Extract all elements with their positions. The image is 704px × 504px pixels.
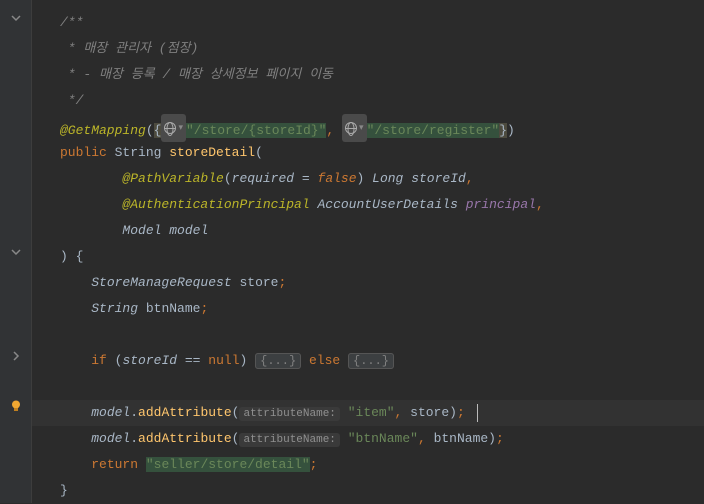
blank-line — [32, 322, 704, 348]
code-line[interactable]: return "seller/store/detail"; — [32, 452, 704, 478]
bulb-icon[interactable] — [8, 398, 24, 414]
code-line[interactable]: if (storeId == null) {...} else {...} — [32, 348, 704, 374]
globe-icon — [164, 122, 176, 134]
type: StoreManageRequest — [91, 275, 231, 290]
keyword: if — [91, 353, 107, 368]
annotation: @GetMapping — [60, 123, 146, 138]
code-area[interactable]: /** * 매장 관리자 (점장) * - 매장 등록 / 매장 상세정보 페이… — [32, 0, 704, 503]
method-name: storeDetail — [169, 145, 255, 160]
inline-hint: attributeName: — [239, 407, 339, 421]
keyword: false — [318, 171, 357, 186]
code-editor[interactable]: /** * 매장 관리자 (점장) * - 매장 등록 / 매장 상세정보 페이… — [0, 0, 704, 503]
keyword: return — [91, 457, 138, 472]
blank-line — [32, 374, 704, 400]
var: model — [91, 405, 130, 420]
chevron-down-icon: ▾ — [359, 115, 364, 141]
comment: */ — [60, 93, 83, 108]
param: storeId — [411, 171, 466, 186]
string: "/store/{storeId}" — [186, 123, 326, 138]
code-line[interactable]: @GetMapping({▾"/store/{storeId}", ▾"/sto… — [32, 114, 704, 140]
fold-icon[interactable] — [8, 244, 24, 260]
code-line[interactable]: model.addAttribute(attributeName: "btnNa… — [32, 426, 704, 452]
code-line[interactable]: String btnName; — [32, 296, 704, 322]
fold-region[interactable]: {...} — [255, 353, 301, 369]
keyword: null — [208, 353, 239, 368]
type: Model — [122, 223, 161, 238]
string: "btnName" — [348, 431, 418, 446]
chevron-down-icon: ▾ — [178, 115, 183, 141]
param: required — [232, 171, 294, 186]
var: btnName — [146, 301, 201, 316]
fold-icon[interactable] — [8, 10, 24, 26]
inline-hint: attributeName: — [239, 433, 339, 447]
code-line-current[interactable]: model.addAttribute(attributeName: "item"… — [32, 400, 704, 426]
keyword: else — [309, 353, 340, 368]
code-line[interactable]: ) { — [32, 244, 704, 270]
comment: /** — [60, 15, 83, 30]
annotation: @PathVariable — [122, 171, 223, 186]
code-line[interactable]: Model model — [32, 218, 704, 244]
string: "item" — [348, 405, 395, 420]
gutter — [0, 0, 32, 503]
fold-expand-icon[interactable] — [8, 348, 24, 364]
code-line[interactable]: StoreManageRequest store; — [32, 270, 704, 296]
param: principal — [466, 197, 536, 212]
url-icon[interactable]: ▾ — [342, 114, 367, 142]
method-call: addAttribute — [138, 431, 232, 446]
type: String — [115, 145, 162, 160]
annotation: @AuthenticationPrincipal — [122, 197, 309, 212]
method-call: addAttribute — [138, 405, 232, 420]
cursor — [477, 404, 478, 422]
globe-icon — [345, 122, 357, 134]
code-line[interactable]: @PathVariable(required = false) Long sto… — [32, 166, 704, 192]
code-line[interactable]: } — [32, 478, 704, 504]
keyword: public — [60, 145, 107, 160]
comment: * 매장 관리자 (점장) — [60, 41, 198, 56]
fold-region[interactable]: {...} — [348, 353, 394, 369]
type: AccountUserDetails — [317, 197, 457, 212]
var: storeId — [122, 353, 177, 368]
string: "/store/register" — [367, 123, 500, 138]
type: String — [91, 301, 138, 316]
type: Long — [372, 171, 403, 186]
param: model — [169, 223, 208, 238]
var: model — [91, 431, 130, 446]
code-line[interactable]: public String storeDetail( — [32, 140, 704, 166]
code-line[interactable]: @AuthenticationPrincipal AccountUserDeta… — [32, 192, 704, 218]
var: btnName — [434, 431, 489, 446]
var: store — [410, 405, 449, 420]
url-icon[interactable]: ▾ — [161, 114, 186, 142]
string: "seller/store/detail" — [146, 457, 310, 472]
comment: * - 매장 등록 / 매장 상세정보 페이지 이동 — [60, 67, 333, 82]
var: store — [239, 275, 278, 290]
